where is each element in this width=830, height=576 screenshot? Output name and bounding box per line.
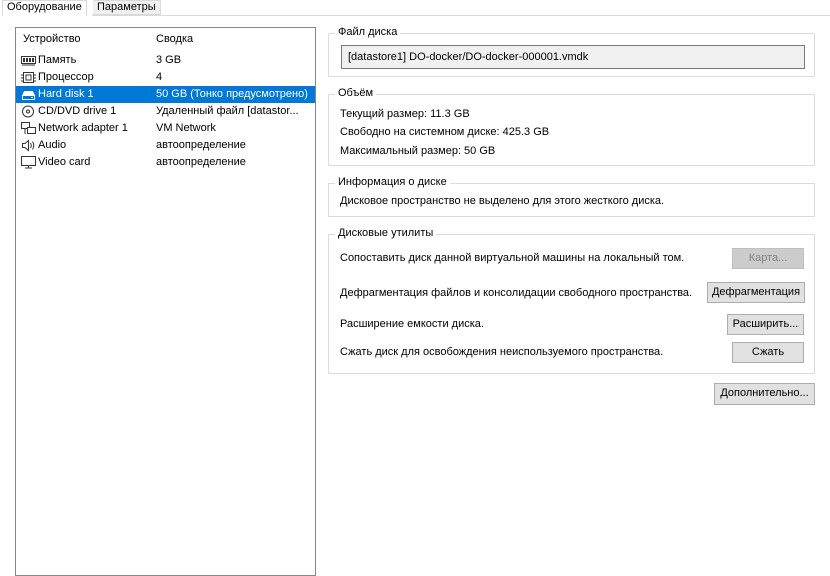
- device-name: Network adapter 1: [38, 122, 128, 134]
- device-summary: VM Network: [156, 122, 216, 134]
- capacity-group: Объём Текущий размер: 11.3 GB Свободно н…: [328, 87, 815, 166]
- device-row-memory[interactable]: Память 3 GB: [16, 52, 315, 69]
- device-list[interactable]: Устройство Сводка Память 3 GB Процессор …: [15, 27, 316, 576]
- tab-hardware[interactable]: Оборудование: [2, 0, 87, 16]
- disk-utilities-group: Дисковые утилиты Сопоставить диск данной…: [328, 227, 815, 374]
- memory-icon: [21, 54, 36, 67]
- disk-info-group: Информация о диске Дисковое пространство…: [328, 176, 815, 217]
- device-summary: 3 GB: [156, 54, 182, 66]
- map-disk-text: Сопоставить диск данной виртуальной маши…: [340, 252, 685, 264]
- disk-file-path-field[interactable]: [datastore1] DO-docker/DO-docker-000001.…: [341, 45, 805, 69]
- device-name: CD/DVD drive 1: [38, 105, 117, 117]
- device-row-video-card[interactable]: Video card автоопределение: [16, 154, 315, 171]
- column-header-summary[interactable]: Сводка: [156, 33, 193, 45]
- defragment-button[interactable]: Дефрагментация: [707, 282, 805, 303]
- device-name: Hard disk 1: [38, 88, 94, 100]
- processor-icon: [21, 71, 36, 84]
- network-adapter-icon: [21, 122, 36, 135]
- device-row-cd-dvd[interactable]: CD/DVD drive 1 Удаленный файл [datastor.…: [16, 103, 315, 120]
- device-summary: автоопределение: [156, 139, 246, 151]
- video-card-icon: [21, 156, 36, 169]
- cd-dvd-icon: [21, 105, 36, 118]
- device-name: Audio: [38, 139, 67, 151]
- expand-text: Расширение емкости диска.: [340, 318, 484, 330]
- tab-divider: [92, 15, 830, 16]
- disk-info-text: Дисковое пространство не выделено для эт…: [340, 195, 665, 207]
- device-summary: 4: [156, 71, 163, 83]
- device-row-hard-disk[interactable]: Hard disk 1 50 GB (Тонко предусмотрено): [16, 86, 315, 103]
- device-summary: 50 GB (Тонко предусмотрено): [156, 88, 308, 100]
- group-title: Информация о диске: [335, 176, 450, 188]
- group-title: Файл диска: [335, 26, 401, 38]
- max-size-text: Максимальный размер: 50 GB: [340, 145, 496, 157]
- compact-button[interactable]: Сжать: [732, 342, 804, 363]
- hard-disk-icon: [21, 88, 36, 101]
- column-header-device[interactable]: Устройство: [23, 33, 81, 45]
- device-row-audio[interactable]: Audio автоопределение: [16, 137, 315, 154]
- device-name: Процессор: [38, 71, 94, 83]
- expand-button[interactable]: Расширить...: [727, 314, 804, 335]
- device-summary: автоопределение: [156, 156, 246, 168]
- device-summary: Удаленный файл [datastor...: [156, 105, 299, 117]
- group-title: Объём: [335, 87, 377, 99]
- free-space-text: Свободно на системном диске: 425.3 GB: [340, 126, 550, 138]
- advanced-button[interactable]: Дополнительно...: [714, 383, 815, 405]
- tab-options[interactable]: Параметры: [93, 0, 161, 15]
- disk-file-group: Файл диска [datastore1] DO-docker/DO-doc…: [328, 26, 815, 77]
- device-row-network-adapter[interactable]: Network adapter 1 VM Network: [16, 120, 315, 137]
- compact-text: Сжать диск для освобождения неиспользуем…: [340, 346, 664, 358]
- defrag-text: Дефрагментация файлов и консолидации сво…: [340, 287, 693, 299]
- map-button[interactable]: Карта...: [732, 248, 804, 269]
- device-name: Память: [38, 54, 77, 66]
- device-row-processor[interactable]: Процессор 4: [16, 69, 315, 86]
- current-size-text: Текущий размер: 11.3 GB: [340, 108, 470, 120]
- device-name: Video card: [38, 156, 91, 168]
- audio-icon: [21, 139, 36, 152]
- group-title: Дисковые утилиты: [335, 227, 437, 239]
- device-list-header: Устройство Сводка: [16, 28, 315, 52]
